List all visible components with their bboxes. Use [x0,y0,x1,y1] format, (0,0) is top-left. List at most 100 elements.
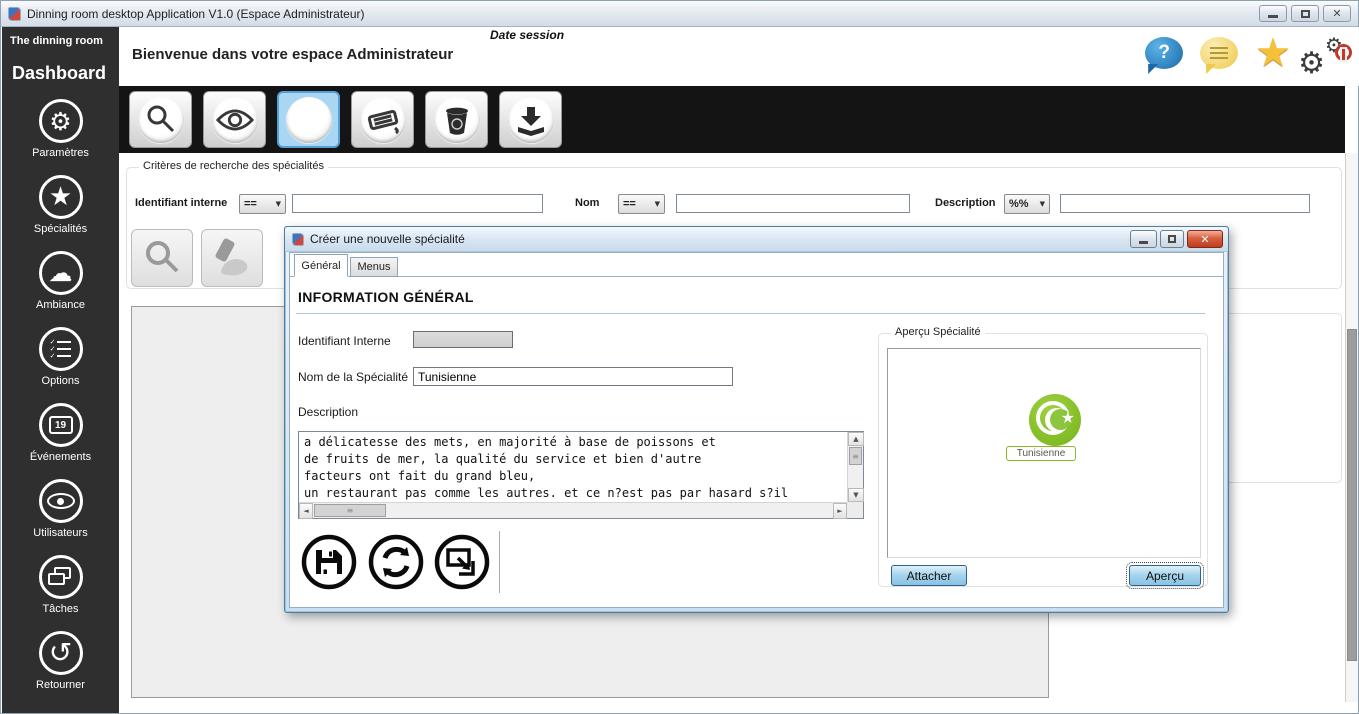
toolbar-search-button[interactable] [129,91,192,148]
sidebar-item-utilisateurs[interactable]: Utilisateurs [2,479,119,539]
calendar-icon: 19 [39,403,83,447]
textarea-horizontal-scrollbar[interactable]: ◄ ≡ ► [299,502,847,518]
eye-icon [212,97,258,143]
return-arrow-icon: ↺ [39,631,83,675]
sidebar-item-label: Ambiance [2,299,119,311]
nom-input[interactable] [413,367,733,386]
checklist-icon: ✓ ✓ ✓ [39,327,83,371]
sidebar-item-taches[interactable]: Tâches [2,555,119,615]
scrollbar-thumb[interactable]: ≡ [849,447,862,465]
eraser-icon [211,237,253,279]
toolbar [119,86,1345,153]
sidebar-item-label: Paramètres [2,147,119,159]
nom-operator-select[interactable]: ==▼ [618,194,665,214]
scroll-up-arrow[interactable]: ▲ [848,432,864,446]
power-icon [1342,43,1344,62]
section-title: INFORMATION GÉNÉRAL [298,289,474,305]
java-app-icon [292,233,304,246]
search-icon [138,97,184,143]
speciality-logo: ★ [1029,394,1081,446]
header-actions: ? ★ ⚙⚙ [1145,33,1344,73]
header: Date session Bienvenue dans votre espace… [119,27,1359,86]
sidebar-item-specialites[interactable]: ★ Spécialités [2,175,119,235]
export-button[interactable] [433,533,491,591]
maximize-icon [1301,10,1310,18]
date-session-label: Date session [490,28,564,42]
search-disabled-button[interactable] [131,229,193,287]
chevron-down-icon: ▼ [1040,200,1045,208]
sidebar-item-evenements[interactable]: 19 Événements [2,403,119,463]
desc-filter-label: Description [935,197,996,209]
sidebar-item-options[interactable]: ✓ ✓ ✓ Options [2,327,119,387]
main-vertical-scrollbar[interactable] [1345,153,1358,702]
refresh-button[interactable] [367,533,425,591]
desc-operator-select[interactable]: %%▼ [1004,194,1050,214]
scrollbar-thumb[interactable] [1347,329,1357,661]
close-button[interactable]: ✕ [1323,5,1351,22]
minimize-icon [1139,241,1148,244]
scroll-down-arrow[interactable]: ▼ [848,488,864,502]
sidebar-item-label: Retourner [2,679,119,691]
logout-button[interactable] [1342,44,1344,62]
save-button[interactable] [300,533,358,591]
scroll-right-arrow[interactable]: ► [833,503,847,519]
trash-icon [434,97,480,143]
sidebar-item-label: Événements [2,451,119,463]
sidebar-brand: The dinning room [2,27,119,47]
minimize-button[interactable] [1259,5,1287,22]
favorites-button[interactable]: ★ [1255,33,1291,73]
star-icon: ★ [1255,30,1291,76]
nom-filter-input[interactable] [676,194,910,213]
logo-caption: Tunisienne [1006,446,1076,461]
dialog-close-button[interactable]: ✕ [1187,230,1223,248]
separator [499,531,500,593]
java-app-icon [8,7,21,21]
close-icon: ✕ [1332,8,1341,19]
tab-general[interactable]: Général [294,254,348,277]
dialog-body: Général Menus INFORMATION GÉNÉRAL Identi… [289,252,1224,608]
id-input[interactable] [413,331,513,348]
attach-button[interactable]: Attacher [891,565,967,586]
sidebar-item-parametres[interactable]: ⚙ Paramètres [2,99,119,159]
toolbar-import-button[interactable] [499,91,562,148]
id-filter-input[interactable] [292,194,543,213]
dialog-maximize-button[interactable] [1160,230,1184,248]
description-label: Description [298,405,358,419]
maximize-button[interactable] [1291,5,1319,22]
preview-canvas: ★ Tunisienne [887,348,1201,558]
scroll-left-arrow[interactable]: ◄ [299,503,313,519]
messages-button[interactable] [1200,37,1238,69]
toolbar-view-button[interactable] [203,91,266,148]
preview-groupbox: Aperçu Spécialité ★ Tunisienne Attacher … [878,333,1208,587]
gear-icon: ⚙ [39,99,83,143]
sidebar-heading: Dashboard [2,47,119,84]
help-button[interactable]: ? [1145,37,1183,69]
id-operator-select[interactable]: ==▼ [239,194,286,214]
clear-disabled-button[interactable] [201,229,263,287]
window-titlebar: Dinning room desktop Application V1.0 (E… [1,1,1358,27]
nom-filter-label: Nom [575,197,599,209]
desc-filter-input[interactable] [1060,194,1310,213]
description-text[interactable]: a délicatesse des mets, en majorité à ba… [299,432,847,502]
download-icon [508,97,554,143]
description-textarea[interactable]: a délicatesse des mets, en majorité à ba… [298,431,864,519]
close-icon: ✕ [1200,234,1209,245]
star-icon: ★ [39,175,83,219]
toolbar-new-button[interactable] [277,91,340,148]
dialog-minimize-button[interactable] [1130,230,1157,248]
sidebar-item-ambiance[interactable]: ☁ Ambiance [2,251,119,311]
textarea-vertical-scrollbar[interactable]: ▲ ≡ ▼ [847,432,863,502]
id-filter-label: Identifiant interne [135,197,227,209]
toolbar-edit-button[interactable] [351,91,414,148]
preview-button[interactable]: Aperçu [1129,565,1201,586]
preview-title: Aperçu Spécialité [891,326,985,338]
nom-label: Nom de la Spécialité [298,370,408,384]
application-window: Dinning room desktop Application V1.0 (E… [0,0,1359,714]
welcome-title: Bienvenue dans votre espace Administrate… [132,46,453,63]
tab-menus[interactable]: Menus [350,257,398,277]
sidebar-item-retourner[interactable]: ↺ Retourner [2,631,119,691]
scrollbar-thumb[interactable]: ≡ [314,504,386,517]
chat-icon [1200,37,1238,69]
toolbar-delete-button[interactable] [425,91,488,148]
chevron-down-icon: ▼ [276,200,281,208]
